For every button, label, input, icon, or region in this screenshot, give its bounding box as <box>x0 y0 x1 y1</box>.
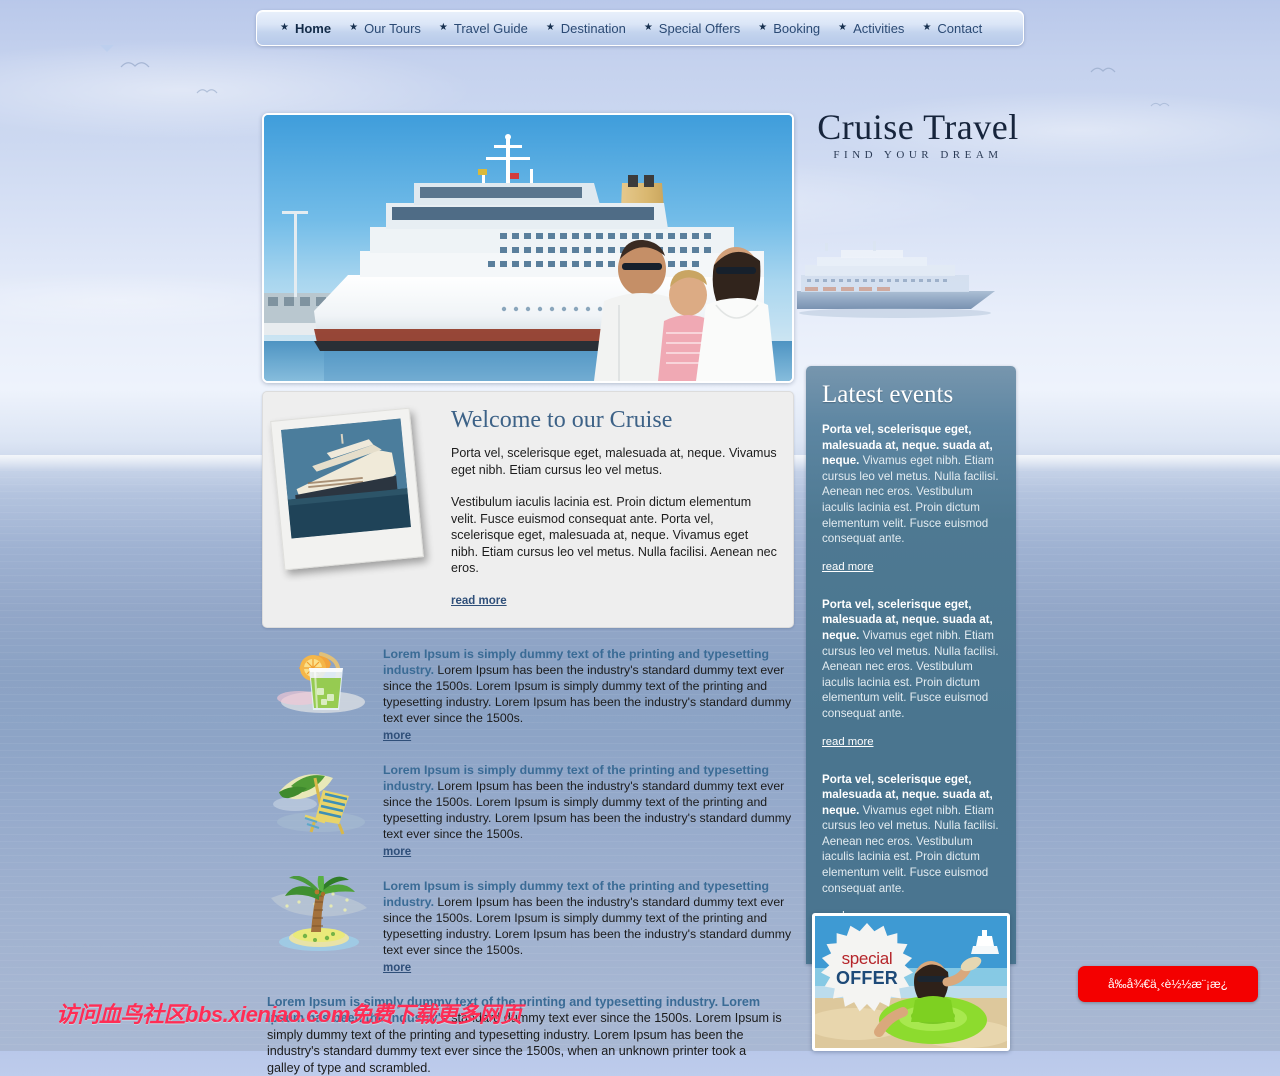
nav-item-label: Special Offers <box>659 21 740 36</box>
latest-events-sidebar: Latest events Porta vel, scelerisque ege… <box>806 366 1016 964</box>
polaroid-photo <box>281 419 411 539</box>
special-offer-banner[interactable]: special OFFER <box>812 913 1010 1051</box>
event-body: Vivamus eget nibh. Etiam cursus leo vel … <box>822 454 999 545</box>
offer-badge-top-text: special <box>842 950 893 968</box>
welcome-paragraph-2: Vestibulum iaculis lacinia est. Proin di… <box>451 494 777 577</box>
seagull-icon <box>1150 100 1170 109</box>
nav-item-label: Destination <box>561 21 626 36</box>
polaroid-frame[interactable] <box>270 408 424 571</box>
logo-tagline: FIND YOUR DREAM <box>812 149 1024 161</box>
list-item: Porta vel, scelerisque eget, malesuada a… <box>822 422 1000 591</box>
welcome-body: Welcome to our Cruise Porta vel, sceleri… <box>451 406 777 609</box>
feature-more-link[interactable]: more <box>383 730 411 742</box>
event-read-more-link[interactable]: read more <box>822 561 874 573</box>
nav-item-label: Travel Guide <box>454 21 528 36</box>
seagull-icon <box>1090 64 1116 75</box>
list-item: Lorem Ipsum is simply dummy text of the … <box>262 876 794 992</box>
polaroid-cruise-ship-image <box>281 419 411 539</box>
feature-text: Lorem Ipsum is simply dummy text of the … <box>383 760 794 860</box>
event-read-more-link[interactable]: read more <box>822 736 874 748</box>
nav-item-destination[interactable]: ★ Destination <box>537 11 635 45</box>
event-body: Vivamus eget nibh. Etiam cursus leo vel … <box>822 804 999 895</box>
list-item: Porta vel, scelerisque eget, malesuada a… <box>822 597 1000 766</box>
palm-island-icon <box>265 876 373 954</box>
feature-text: Lorem Ipsum is simply dummy text of the … <box>383 644 794 744</box>
nav-item-activities[interactable]: ★ Activities <box>829 11 913 45</box>
hero-banner[interactable] <box>262 113 794 383</box>
feature-more-link[interactable]: more <box>383 846 411 858</box>
beach-umbrella-chair-icon <box>265 760 373 838</box>
nav-item-label: Booking <box>773 21 820 36</box>
feature-list: Lorem Ipsum is simply dummy text of the … <box>262 644 794 992</box>
seagull-icon <box>120 58 150 70</box>
nav-item-label: Activities <box>853 21 904 36</box>
cocktail-drink-icon <box>265 644 373 722</box>
nav-item-label: Contact <box>937 21 982 36</box>
star-icon: ★ <box>758 23 767 33</box>
offer-badge-bottom-text: OFFER <box>836 968 898 988</box>
star-icon: ★ <box>280 23 289 33</box>
star-icon: ★ <box>644 23 653 33</box>
sidebar-title: Latest events <box>822 380 1000 410</box>
star-icon: ★ <box>838 23 847 33</box>
welcome-paragraph-1: Porta vel, scelerisque eget, malesuada a… <box>451 445 777 478</box>
list-item: Lorem Ipsum is simply dummy text of the … <box>262 644 794 760</box>
feature-body: Lorem Ipsum has been the industry's stan… <box>383 663 791 725</box>
star-icon: ★ <box>922 23 931 33</box>
site-logo[interactable]: Cruise Travel FIND YOUR DREAM <box>812 106 1024 161</box>
nav-active-indicator <box>100 45 114 52</box>
star-icon: ★ <box>349 23 358 33</box>
nav-item-home[interactable]: ★ Home <box>271 11 340 45</box>
feature-more-link[interactable]: more <box>383 962 411 974</box>
welcome-panel: Welcome to our Cruise Porta vel, sceleri… <box>262 391 794 628</box>
main-navigation[interactable]: ★ Home ★ Our Tours ★ Travel Guide ★ Dest… <box>256 10 1024 46</box>
logo-title: Cruise Travel <box>812 106 1024 148</box>
event-body: Vivamus eget nibh. Etiam cursus leo vel … <box>822 629 999 720</box>
main-content-column: Welcome to our Cruise Porta vel, sceleri… <box>262 113 794 1076</box>
nav-item-our-tours[interactable]: ★ Our Tours <box>340 11 430 45</box>
list-item: Lorem Ipsum is simply dummy text of the … <box>262 760 794 876</box>
star-icon: ★ <box>439 23 448 33</box>
feature-body: Lorem Ipsum has been the industry's stan… <box>383 895 791 957</box>
feature-text: Lorem Ipsum is simply dummy text of the … <box>383 876 794 976</box>
nav-item-special-offers[interactable]: ★ Special Offers <box>635 11 749 45</box>
welcome-title: Welcome to our Cruise <box>451 406 777 434</box>
feature-body: Lorem Ipsum has been the industry's stan… <box>383 779 791 841</box>
welcome-read-more-link[interactable]: read more <box>451 595 507 607</box>
download-template-button[interactable]: å‰å¾€ä¸‹è½½æ¨¡æ¿ <box>1078 966 1258 1002</box>
background-cruise-ship-image <box>795 235 1010 330</box>
nav-item-contact[interactable]: ★ Contact <box>913 11 991 45</box>
bottom-text-block: Lorem Ipsum is simply dummy text of the … <box>262 994 782 1076</box>
nav-item-travel-guide[interactable]: ★ Travel Guide <box>430 11 537 45</box>
nav-item-booking[interactable]: ★ Booking <box>749 11 829 45</box>
nav-item-label: Home <box>295 21 331 36</box>
seagull-icon <box>196 86 218 96</box>
polaroid-wrapper <box>277 406 437 609</box>
star-icon: ★ <box>546 23 555 33</box>
hero-cruise-ship-family-image <box>264 115 792 381</box>
nav-item-label: Our Tours <box>364 21 421 36</box>
